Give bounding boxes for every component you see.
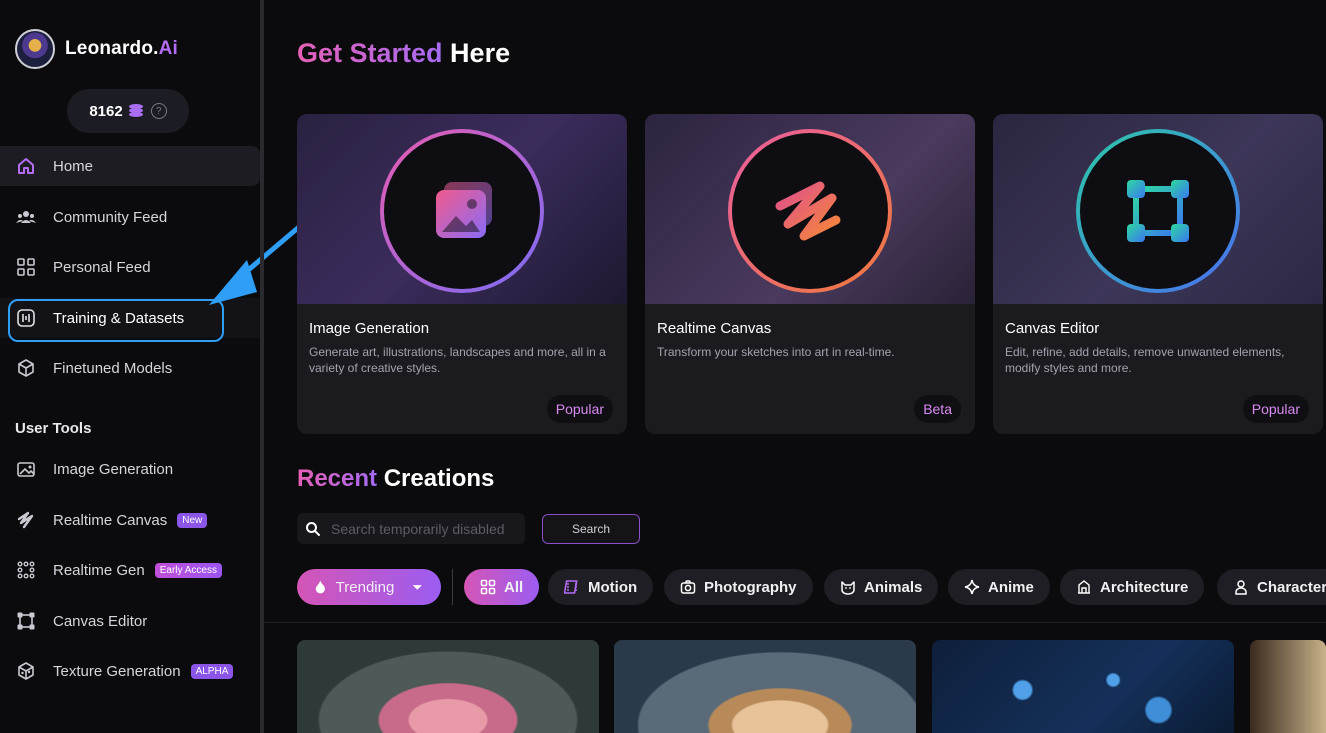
canvas-editor-icon [1127,180,1189,242]
card-icon-ring [728,129,892,293]
card-preview [993,114,1323,304]
tool-card-canvas-editor[interactable]: Canvas Editor Edit, refine, add details,… [993,114,1323,434]
filter-chip-photography[interactable]: Photography [664,569,813,605]
chip-label: Anime [988,578,1034,596]
card-description: Edit, refine, add details, remove unwant… [1005,345,1285,375]
creation-thumbnail[interactable] [1250,640,1326,733]
chip-label: Trending [335,578,395,596]
get-started-heading: Get Started Here [297,38,511,68]
creation-thumbnail[interactable] [614,640,916,733]
building-icon [1078,580,1090,594]
sidebar-item-image-generation[interactable]: Image Generation [0,449,260,489]
sidebar: Leonardo.Ai 8162 ? Home Community Feed P… [0,0,368,733]
sidebar-item-texture-generation[interactable]: Texture Generation ALPHA [0,651,260,691]
sidebar-item-label: Community Feed [53,208,168,226]
search-input[interactable] [331,520,511,537]
texture-cube-icon [15,660,37,682]
brand-logo-avatar [15,29,55,69]
film-icon [564,580,578,594]
card-tag: Beta [914,395,961,423]
camera-icon [680,580,696,594]
chip-label: Character [1257,578,1326,596]
sidebar-item-label: Personal Feed [53,258,151,276]
filter-chip-animals[interactable]: Animals [824,569,939,605]
home-icon [15,155,37,177]
filter-chip-anime[interactable]: Anime [948,569,1050,605]
brand[interactable]: Leonardo.Ai [15,29,178,69]
card-tag: Popular [546,395,613,423]
search-bar [297,513,525,544]
user-tools-heading: User Tools [15,420,92,437]
token-balance[interactable]: 8162 ? [67,89,189,133]
filter-chip-motion[interactable]: Motion [548,569,654,605]
card-tag: Popular [1242,395,1309,423]
brand-name: Leonardo.Ai [65,38,179,59]
chip-label: All [504,578,524,596]
card-title: Realtime Canvas [657,320,772,337]
card-icon-ring [1076,129,1240,293]
sidebar-item-label: Home [53,157,94,175]
chip-divider [452,569,453,605]
card-description: Generate art, illustrations, landscapes … [309,345,606,375]
sidebar-item-canvas-editor[interactable]: Canvas Editor [0,601,260,641]
cube-icon [15,357,37,379]
token-count: 8162 [89,102,123,120]
canvas-editor-icon [15,610,37,632]
sidebar-item-finetuned-models[interactable]: Finetuned Models [0,348,260,388]
search-button[interactable]: Search [542,514,640,544]
coins-icon [128,104,145,118]
grid-icon [480,579,496,595]
sparkle-icon [964,579,980,595]
new-badge: New [177,512,208,528]
trending-dropdown[interactable]: Trending [297,569,441,605]
chip-label: Motion [588,578,638,596]
person-icon [1235,580,1247,595]
sidebar-item-label: Realtime Canvas [53,511,168,529]
sidebar-item-label: Canvas Editor [53,612,148,630]
users-icon [15,206,37,228]
card-description: Transform your sketches into art in real… [657,345,895,359]
filter-chip-character[interactable]: Character [1217,569,1326,605]
creation-thumbnail[interactable] [932,640,1234,733]
sidebar-item-label: Image Generation [53,460,174,478]
grid-icon [15,256,37,278]
scribble-icon [15,509,37,531]
tool-card-image-generation[interactable]: Image Generation Generate art, illustrat… [297,114,627,434]
image-icon [15,458,37,480]
sidebar-item-label: Realtime Gen [53,561,145,579]
filter-chip-architecture[interactable]: Architecture [1060,569,1205,605]
flame-icon [315,580,325,594]
card-title: Canvas Editor [1005,320,1100,337]
main-content: Get Started Here Image Generation Genera… [264,0,1326,733]
sidebar-item-realtime-gen[interactable]: Realtime Gen Early Access [0,550,260,590]
chip-label: Animals [864,578,923,596]
scribble-icon [775,181,841,241]
card-preview [297,114,627,304]
chevron-down-icon [413,585,423,590]
gallery-divider [264,622,1326,623]
tool-card-realtime-canvas[interactable]: Realtime Canvas Transform your sketches … [645,114,975,434]
cat-icon [841,581,855,595]
sidebar-item-label: Finetuned Models [53,359,173,377]
search-icon [306,521,320,536]
alpha-badge: ALPHA [190,663,234,679]
card-title: Image Generation [309,320,430,337]
card-preview [645,114,975,304]
card-icon-ring [380,129,544,293]
early-access-badge: Early Access [154,562,222,578]
dots-grid-icon [15,559,37,581]
filter-chip-all[interactable]: All [464,569,540,605]
sidebar-item-realtime-canvas[interactable]: Realtime Canvas New [0,500,260,540]
sidebar-item-label: Texture Generation [53,662,181,680]
chip-label: Photography [704,578,797,596]
creation-thumbnail[interactable] [297,640,599,733]
image-gallery-icon [436,182,492,238]
help-icon[interactable]: ? [150,103,167,119]
annotation-highlight-box [8,299,224,342]
chip-label: Architecture [1100,578,1189,596]
recent-creations-heading: Recent Creations [297,465,495,492]
